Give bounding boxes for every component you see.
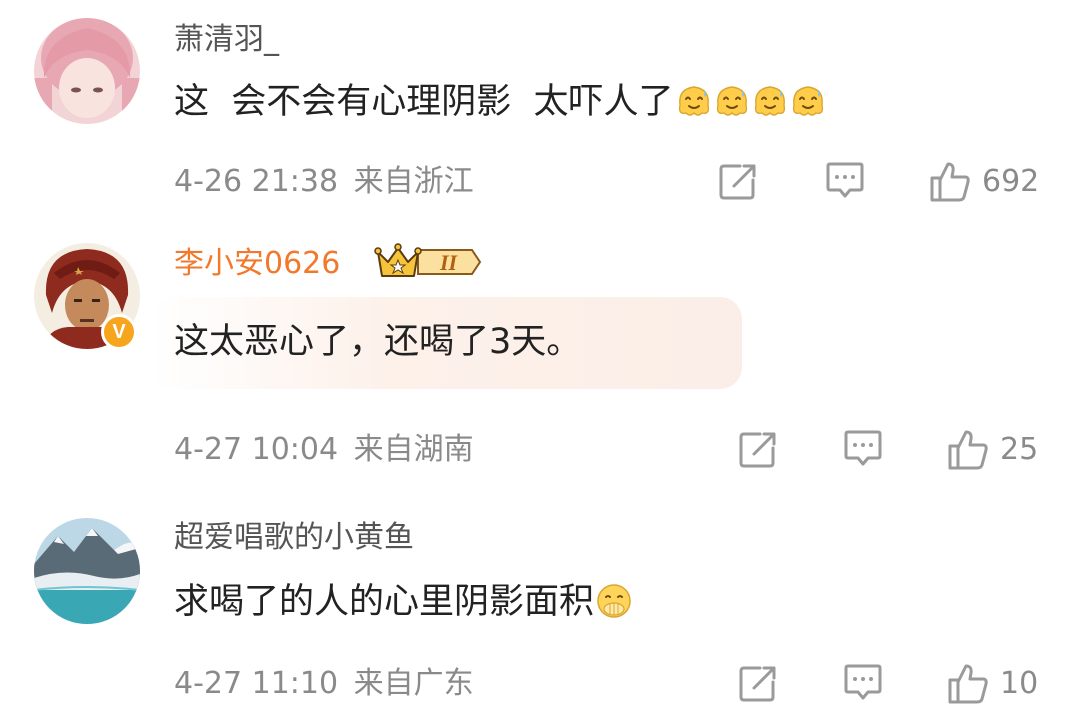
comment-text: 这 会不会有心理阴影 太吓人了 bbox=[174, 78, 826, 126]
share-button[interactable] bbox=[718, 162, 758, 202]
thumbs-up-icon bbox=[948, 664, 988, 704]
share-icon bbox=[719, 164, 756, 200]
emoji-group bbox=[674, 82, 826, 122]
sweating-melting-face-emoji bbox=[752, 83, 788, 119]
location: 来自广东 bbox=[353, 666, 474, 701]
like-button[interactable]: 10 bbox=[946, 662, 1038, 706]
username[interactable]: 李小安0626 bbox=[174, 244, 340, 284]
comment-icon bbox=[826, 162, 864, 198]
reply-button[interactable] bbox=[824, 160, 866, 202]
fan-level-badge[interactable]: II bbox=[374, 242, 482, 286]
location: 来自浙江 bbox=[353, 164, 474, 199]
like-button[interactable]: 692 bbox=[928, 160, 1039, 204]
like-count: 10 bbox=[1000, 666, 1039, 701]
timestamp: 4-27 11:10 bbox=[174, 666, 339, 701]
share-icon bbox=[739, 432, 776, 468]
verified-badge: V bbox=[101, 314, 137, 350]
badge-level-text: II bbox=[439, 250, 459, 275]
comment-text-content: 求喝了的人的心里阴影面积 bbox=[174, 582, 595, 622]
reply-button[interactable] bbox=[842, 428, 884, 470]
crown-badge-icon: II bbox=[374, 243, 482, 277]
share-icon bbox=[739, 666, 776, 702]
timestamp: 4-27 10:04 bbox=[174, 432, 339, 467]
comment-text-content: 这 会不会有心理阴影 太吓人了 bbox=[174, 82, 674, 122]
sweating-melting-face-emoji bbox=[790, 83, 826, 119]
avatar[interactable] bbox=[34, 518, 140, 624]
comment-meta: 4-27 11:10 来自广东 bbox=[174, 664, 474, 704]
thumbs-up-icon bbox=[948, 430, 988, 470]
comment-icon bbox=[844, 430, 882, 466]
timestamp: 4-26 21:38 bbox=[174, 164, 339, 199]
comment-meta: 4-26 21:38 来自浙江 bbox=[174, 162, 474, 202]
comment-icon bbox=[844, 664, 882, 700]
like-count: 692 bbox=[982, 164, 1040, 199]
like-count: 25 bbox=[1000, 432, 1039, 467]
avatar[interactable] bbox=[34, 18, 140, 124]
sweating-melting-face-emoji bbox=[676, 83, 712, 119]
thumbs-up-icon bbox=[930, 162, 970, 202]
username[interactable]: 萧清羽_ bbox=[174, 20, 279, 60]
comment-meta: 4-27 10:04 来自湖南 bbox=[174, 430, 474, 470]
share-button[interactable] bbox=[738, 664, 778, 704]
hand-over-mouth-face-emoji bbox=[596, 583, 632, 619]
like-button[interactable]: 25 bbox=[946, 428, 1038, 472]
comment-text: 求喝了的人的心里阴影面积 bbox=[174, 578, 632, 626]
reply-button[interactable] bbox=[842, 662, 884, 704]
sweating-melting-face-emoji bbox=[714, 83, 750, 119]
comment-text: 这太恶心了，还喝了3天。 bbox=[174, 322, 582, 362]
location: 来自湖南 bbox=[353, 432, 474, 467]
share-button[interactable] bbox=[738, 430, 778, 470]
username[interactable]: 超爱唱歌的小黄鱼 bbox=[174, 518, 414, 558]
